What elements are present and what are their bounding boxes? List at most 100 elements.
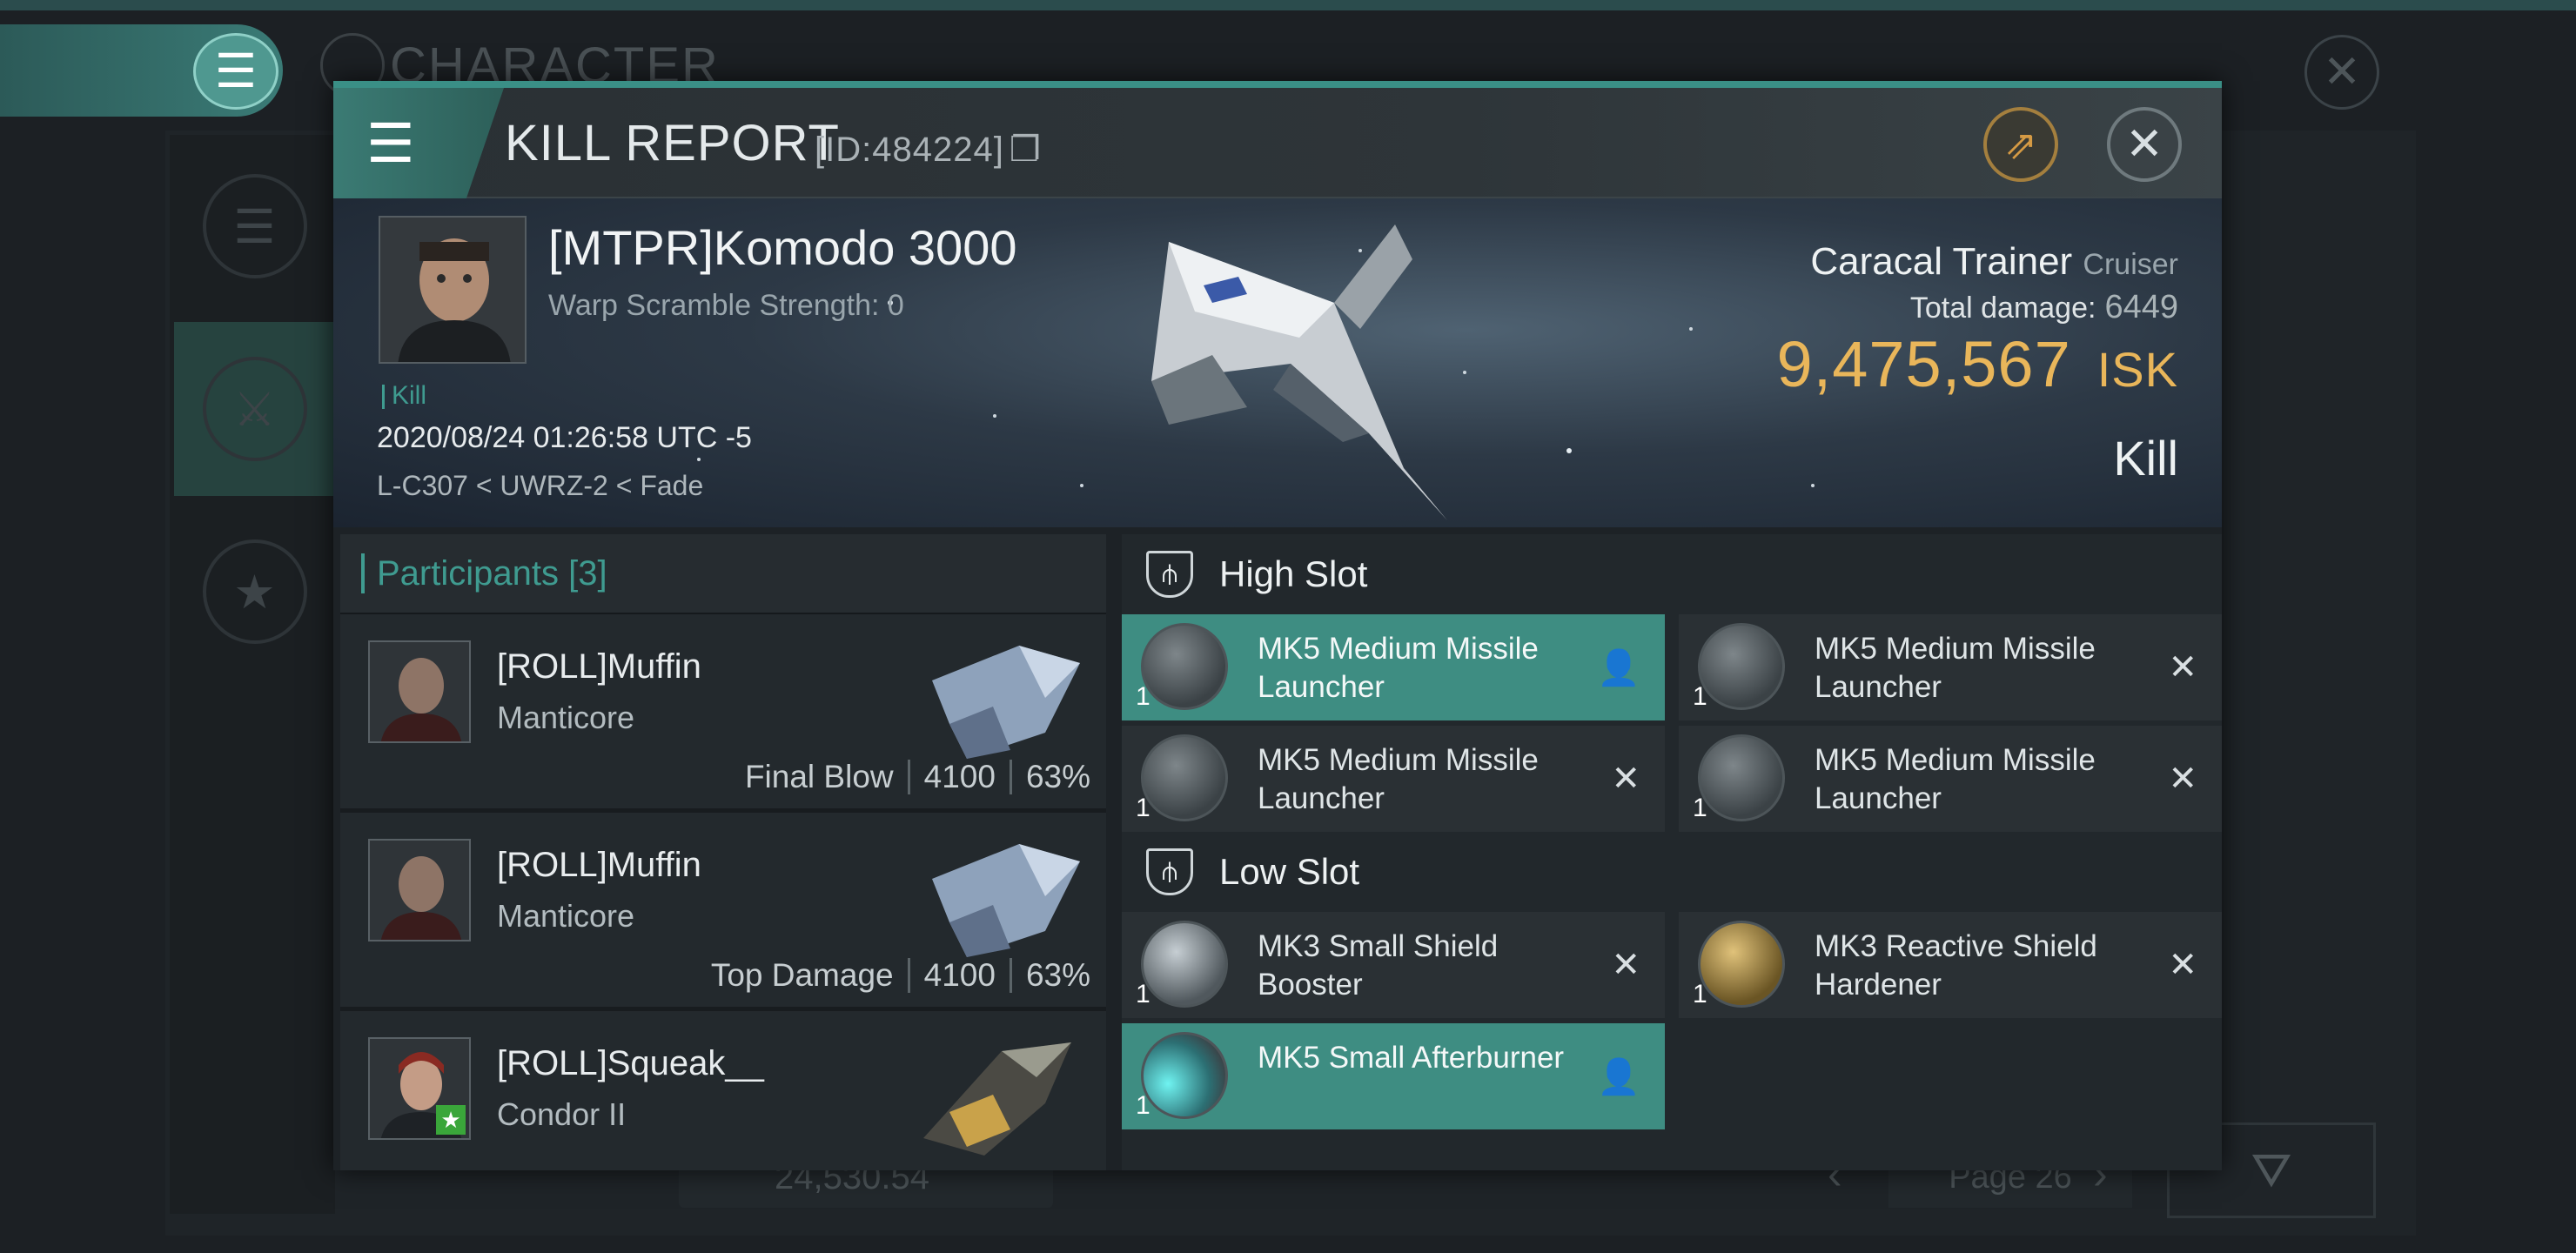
victim-ship-name: Caracal Trainer [1810, 240, 2073, 283]
module-quantity: 1 [1693, 980, 1707, 1008]
participant-role: Final Blow [744, 759, 894, 794]
low-slot-header: ⫛ Low Slot [1122, 832, 2222, 912]
participant-damage: 4100 [923, 957, 996, 993]
module-slot[interactable]: 1 MK5 Medium Missile Launcher ✕ [1679, 614, 2222, 720]
shield-booster-icon [1141, 921, 1228, 1008]
kill-report-dialog: ☰ KILL REPORT [ID:484224] ❐ ⇗ ✕ [MTPR]Kom… [333, 81, 2222, 1170]
kill-datetime: 2020/08/24 01:26:58 UTC -5 [377, 421, 752, 454]
close-icon: ✕ [1611, 760, 1640, 798]
participants-panel: Participants [3] [ROLL]Muffin Manticore … [340, 534, 1106, 1170]
missile-launcher-icon [1698, 734, 1785, 821]
participant-name: [ROLL]Squeak__ [497, 1044, 764, 1082]
total-damage-label: Total damage: [1909, 291, 2096, 325]
participant-name: [ROLL]Muffin [497, 647, 701, 686]
low-slot-modules: 1 MK3 Small Shield Booster ✕ 1 MK3 React… [1122, 912, 2222, 1129]
victim-portrait[interactable] [379, 216, 527, 364]
hamburger-icon: ☰ [366, 114, 415, 174]
fitting-panel: ⫛ High Slot 1 MK5 Medium Missile Launche… [1122, 534, 2222, 1170]
close-icon: ✕ [2168, 760, 2197, 798]
participant-ship-image [932, 844, 1080, 957]
report-type: Kill [2113, 431, 2178, 486]
background-close-button[interactable]: ✕ [2304, 35, 2379, 110]
module-name: MK5 Medium Missile Launcher [1815, 632, 2096, 704]
total-damage: Total damage: 6449 [1910, 289, 2178, 326]
isk-loss: 9,475,567 ISK [1777, 327, 2178, 401]
close-icon: ✕ [1611, 946, 1640, 984]
module-quantity: 1 [1136, 1091, 1150, 1120]
participant-row[interactable]: [ROLL]Muffin Manticore Top Damage 4100 6… [340, 813, 1106, 1011]
participant-damage: 4100 [923, 759, 996, 794]
module-slot[interactable]: 1 MK5 Small Afterburner 👤 [1122, 1023, 1665, 1129]
kill-location: L-C307 < UWRZ-2 < Fade [377, 470, 704, 501]
module-slot[interactable]: 1 MK5 Medium Missile Launcher ✕ [1679, 726, 2222, 832]
copy-icon[interactable]: ❐ [1010, 131, 1042, 169]
participant-ship: Manticore [497, 700, 635, 735]
participant-stats: Final Blow 4100 63% [745, 759, 1090, 795]
module-name: MK5 Medium Missile Launcher [1258, 632, 1539, 704]
close-icon: ✕ [2125, 119, 2163, 170]
participant-avatar[interactable]: ★ [368, 1037, 471, 1140]
low-slot-icon: ⫛ [1146, 848, 1193, 895]
victim-ship-image [1151, 224, 1447, 520]
close-icon: ✕ [2168, 946, 2197, 984]
module-slot[interactable]: 1 MK5 Medium Missile Launcher 👤 [1122, 614, 1665, 720]
person-icon: 👤 [1597, 1058, 1640, 1096]
missile-launcher-icon [1141, 623, 1228, 710]
participants-header: Participants [3] [340, 534, 1106, 614]
dialog-close-button[interactable]: ✕ [2107, 107, 2182, 182]
participant-avatar[interactable] [368, 640, 471, 743]
module-slot[interactable]: 1 MK5 Medium Missile Launcher ✕ [1122, 726, 1665, 832]
participant-avatar[interactable] [368, 839, 471, 941]
dialog-header: ☰ KILL REPORT [ID:484224] ❐ ⇗ ✕ [333, 88, 2222, 198]
participant-row[interactable]: ★ [ROLL]Squeak__ Condor II [340, 1011, 1106, 1170]
isk-value: 9,475,567 [1776, 328, 2071, 400]
module-name: MK3 Reactive Shield Hardener [1815, 929, 2097, 1002]
module-name: MK5 Small Afterburner [1258, 1041, 1565, 1075]
star-icon: ★ [202, 539, 307, 644]
missile-launcher-icon [1698, 623, 1785, 710]
report-id: [ID:484224] ❐ [815, 130, 1042, 170]
crossed-swords-icon: ⚔ [202, 357, 307, 461]
module-slot[interactable]: 1 MK3 Small Shield Booster ✕ [1122, 912, 1665, 1018]
participant-row[interactable]: [ROLL]Muffin Manticore Final Blow 4100 6… [340, 614, 1106, 813]
isk-unit: ISK [2096, 342, 2178, 397]
module-name: MK5 Medium Missile Launcher [1815, 743, 2096, 815]
participant-ship: Condor II [497, 1096, 627, 1132]
module-name: MK3 Small Shield Booster [1258, 929, 1499, 1002]
module-slot[interactable]: 1 MK3 Reactive Shield Hardener ✕ [1679, 912, 2222, 1018]
background-top-bar [0, 0, 2576, 10]
dialog-menu-button[interactable]: ☰ [333, 88, 504, 198]
share-icon: ⇗ [2003, 122, 2038, 167]
module-quantity: 1 [1136, 794, 1150, 822]
victim-ship-class: Cruiser [2083, 248, 2178, 281]
high-slot-label: High Slot [1219, 553, 1368, 594]
module-quantity: 1 [1693, 682, 1707, 711]
victim-name: [MTPR]Komodo 3000 [548, 220, 1017, 275]
participant-name: [ROLL]Muffin [497, 846, 701, 884]
high-slot-header: ⫛ High Slot [1122, 534, 2222, 614]
share-button[interactable]: ⇗ [1983, 107, 2058, 182]
module-quantity: 1 [1136, 682, 1150, 711]
missile-launcher-icon [1141, 734, 1228, 821]
sidebar-item-medals[interactable]: ★ [174, 505, 335, 679]
sidebar-item-list[interactable]: ☰ [174, 139, 335, 313]
background-menu-button[interactable]: ☰ [193, 33, 278, 110]
victim-banner: [MTPR]Komodo 3000 Warp Scramble Strength… [333, 198, 2222, 527]
participants-label: Participants [377, 553, 559, 593]
participant-percent: 63% [1025, 957, 1090, 993]
participant-ship-image [923, 1042, 1071, 1156]
person-icon: 👤 [1597, 649, 1640, 687]
afterburner-icon [1141, 1032, 1228, 1119]
warp-scramble-strength: Warp Scramble Strength: 0 [548, 289, 904, 322]
participant-ship: Manticore [497, 898, 635, 934]
sidebar-item-combat[interactable]: ⚔ [174, 322, 335, 496]
module-quantity: 1 [1693, 794, 1707, 822]
star-badge-icon: ★ [436, 1105, 466, 1135]
list-icon: ☰ [202, 174, 307, 278]
module-name: MK5 Medium Missile Launcher [1258, 743, 1539, 815]
kill-tag-label: Kill [392, 381, 427, 410]
low-slot-label: Low Slot [1219, 851, 1360, 892]
shield-hardener-icon [1698, 921, 1785, 1008]
report-id-text: [ID:484224] [815, 131, 1004, 169]
participant-role: Top Damage [710, 957, 894, 993]
